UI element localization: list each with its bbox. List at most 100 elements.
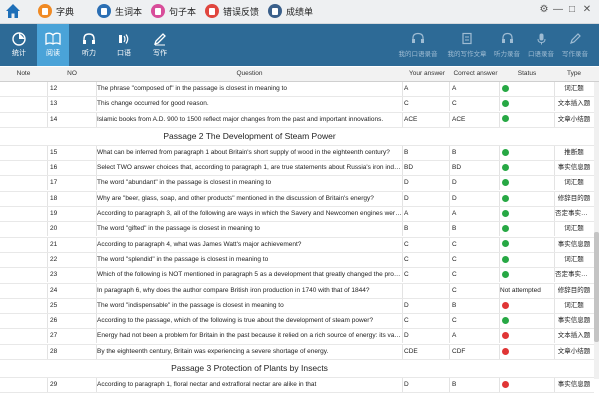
tool-listening-recordings[interactable]: 听力录音: [492, 24, 522, 66]
column-header-no[interactable]: NO: [48, 67, 96, 81]
document-edit-icon: [461, 32, 472, 45]
tool-speaking[interactable]: 口语: [108, 24, 140, 66]
table-row[interactable]: 24 In paragraph 6, why does the author co…: [0, 283, 594, 299]
settings-icon[interactable]: ⚙: [538, 4, 550, 16]
close-button[interactable]: ✕: [581, 4, 593, 16]
tool-writing[interactable]: 写作: [144, 24, 176, 66]
question-text: According to paragraph 4, what was James…: [97, 237, 403, 252]
tool-reading[interactable]: 阅读: [37, 24, 69, 66]
table-row[interactable]: 28 By the eighteenth century, Britain was…: [0, 344, 594, 361]
question-type: 事实信息题: [557, 317, 591, 325]
tab-score-report[interactable]: 成绩单: [268, 2, 313, 20]
scrollbar-thumb[interactable]: [594, 232, 599, 342]
table-row[interactable]: 20 The word "gifted" in the passage is cl…: [0, 222, 594, 238]
column-header-status[interactable]: Status: [500, 67, 554, 81]
status-cell: [500, 82, 555, 96]
tool-my-speaking-recordings[interactable]: 我的口语录音: [396, 24, 440, 66]
tab-dictionary-label: 字典: [56, 6, 75, 17]
note-cell: [0, 378, 48, 393]
tab-error-feedback[interactable]: 错误反馈: [205, 2, 259, 20]
check-circle-icon: [502, 316, 509, 324]
question-type: 词汇题: [564, 179, 584, 187]
status-cell: [500, 298, 555, 313]
correct-answer: C: [452, 314, 500, 329]
table-row[interactable]: 23 Which of the following is NOT mentione…: [0, 268, 594, 284]
tool-statistics[interactable]: 统计: [3, 24, 35, 66]
table-row[interactable]: 17 The word "abundant" in the passage is …: [0, 176, 594, 192]
column-header-type[interactable]: Type: [555, 67, 593, 81]
vertical-scrollbar[interactable]: [594, 82, 599, 379]
question-text: According to paragraph 1, floral nectar …: [97, 378, 403, 393]
correct-answer: C: [452, 252, 500, 267]
tab-vocabulary-label: 生词本: [115, 6, 143, 17]
table-row[interactable]: 14 Islamic books from A.D. 900 to 1500 re…: [0, 112, 594, 128]
table-row[interactable]: 26 According to the passage, which of the…: [0, 314, 594, 330]
note-cell: [0, 97, 48, 112]
maximize-button[interactable]: □: [566, 4, 578, 16]
note-cell: [0, 112, 48, 127]
question-number: 12: [48, 82, 97, 96]
question-type: 词汇题: [564, 255, 584, 263]
your-answer: ACE: [404, 112, 450, 127]
tool-my-writing-essays[interactable]: 我的写作文章: [445, 24, 489, 66]
question-number: 19: [48, 207, 97, 222]
tab-sentence-book[interactable]: 句子本: [151, 2, 196, 20]
table-row[interactable]: 19 According to paragraph 3, all of the f…: [0, 207, 594, 223]
table-row[interactable]: 15 What can be inferred from paragraph 1 …: [0, 145, 594, 162]
question-number: 18: [48, 191, 97, 206]
table-row[interactable]: 12 The phrase "composed of" in the passag…: [0, 82, 594, 98]
your-answer: C: [404, 97, 450, 112]
table-row[interactable]: 25 The word "indispensable" in the passag…: [0, 298, 594, 315]
tool-speaking-recordings[interactable]: 口语录音: [526, 24, 556, 66]
correct-answer: C: [452, 97, 500, 112]
column-header-your-answer[interactable]: Your answer: [404, 67, 450, 81]
correct-answer: C: [452, 283, 500, 298]
table-row[interactable]: 27 Energy had not been a problem for Brit…: [0, 329, 594, 345]
table-row[interactable]: 13 This change occurred for good reason. C…: [0, 97, 594, 113]
tool-listening-label: 听力: [82, 50, 96, 57]
tool-writing-label: 写作: [153, 50, 167, 57]
question-type: 文章小结题: [557, 347, 591, 355]
tab-dictionary[interactable]: 字典: [38, 2, 74, 20]
note-cell: [0, 298, 48, 313]
table-row[interactable]: 18 Why are "beer, glass, soap, and other …: [0, 191, 594, 208]
headphones-icon: [501, 32, 513, 43]
correct-answer: ACE: [452, 112, 500, 127]
table-row[interactable]: 29 According to paragraph 1, floral necta…: [0, 378, 594, 393]
table-row[interactable]: 21 According to paragraph 4, what was Jam…: [0, 237, 594, 253]
check-circle-icon: [502, 179, 509, 187]
question-type: 修辞目的题: [557, 194, 591, 202]
question-text: The word "indispensable" in the passage …: [97, 298, 403, 313]
column-header-question[interactable]: Question: [97, 67, 402, 81]
home-icon[interactable]: [4, 2, 22, 20]
top-tab-bar: 字典 生词本 句子本 错误反馈 成绩单 ⚙ — □ ✕: [0, 0, 599, 24]
question-text: In paragraph 6, why does the author comp…: [97, 283, 403, 298]
check-circle-icon: [502, 209, 509, 217]
correct-answer: D: [452, 176, 500, 191]
status-cell: [500, 191, 555, 206]
tab-vocabulary[interactable]: 生词本: [97, 2, 142, 20]
microphone-icon: [537, 33, 545, 45]
question-type: 词汇题: [564, 225, 584, 233]
minimize-button[interactable]: —: [552, 4, 564, 16]
column-header-correct-answer[interactable]: Correct answer: [452, 67, 499, 81]
tool-listening[interactable]: 听力: [73, 24, 105, 66]
x-circle-icon: [502, 347, 509, 355]
tool-writing-recordings[interactable]: 写作录音: [560, 24, 590, 66]
note-cell: [0, 344, 48, 359]
table-row[interactable]: 22 The word "splendid" in the passage is …: [0, 252, 594, 269]
column-header-note[interactable]: Note: [0, 67, 47, 81]
correct-answer: A: [452, 82, 500, 96]
your-answer: B: [404, 222, 450, 237]
main-toolbar: 统计 阅读 听力 口语 写作 我的口语录音 我的写作文章 听力录音 口语录音 写…: [0, 24, 599, 66]
your-answer: D: [404, 176, 450, 191]
table-row[interactable]: 16 Select TWO answer choices that, accord…: [0, 161, 594, 177]
check-circle-icon: [502, 194, 509, 202]
question-type: 文本插入题: [557, 332, 591, 340]
your-answer: B: [404, 145, 450, 160]
tool-statistics-label: 统计: [12, 50, 26, 57]
question-text: According to the passage, which of the f…: [97, 314, 403, 329]
headset-icon: [412, 32, 424, 43]
status-cell: [500, 222, 555, 237]
note-cell: [0, 283, 48, 298]
